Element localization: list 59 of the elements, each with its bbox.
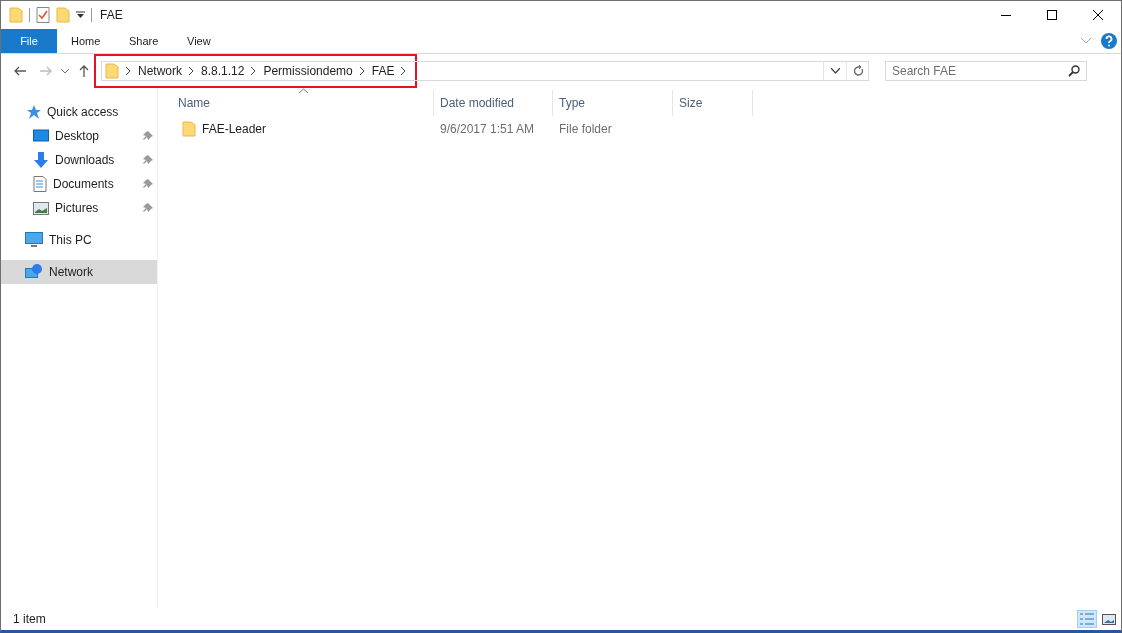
back-arrow-icon — [14, 66, 26, 76]
folder-icon — [9, 7, 23, 23]
picture-icon — [1102, 613, 1116, 625]
document-icon — [33, 176, 47, 192]
chevron-icon[interactable] — [359, 67, 365, 75]
item-count: 1 item — [13, 612, 46, 626]
ribbon-tab[interactable]: Share — [115, 29, 173, 53]
desktop-icon — [33, 129, 49, 143]
address-bar[interactable] — [101, 61, 869, 81]
nav-item[interactable]: Documents — [1, 172, 157, 196]
breadcrumb[interactable]: Permissiondemo — [263, 64, 353, 78]
search-field[interactable]: Search FAE — [885, 61, 1087, 81]
search-icon — [1068, 65, 1080, 77]
nav-item[interactable]: Desktop — [1, 124, 157, 148]
nav-item[interactable]: This PC — [1, 228, 157, 252]
ribbon-tab[interactable]: Home — [57, 29, 115, 53]
column-header[interactable]: Size — [673, 90, 753, 116]
breadcrumb[interactable]: Network — [138, 64, 182, 78]
sort-caret-icon — [298, 88, 308, 93]
chevron-icon[interactable] — [401, 67, 407, 75]
breadcrumb[interactable]: 8.8.1.12 — [201, 64, 245, 78]
column-header[interactable]: Type — [553, 90, 673, 116]
file-tab[interactable]: File — [1, 29, 57, 53]
minimize-icon — [1001, 14, 1011, 16]
nav-item[interactable]: Network — [1, 260, 157, 284]
up-arrow-icon — [79, 65, 89, 77]
new-folder-icon — [56, 7, 70, 23]
window-title: FAE — [100, 8, 123, 22]
monitor-icon — [25, 232, 43, 248]
file-row[interactable]: FAE-Leader 9/6/2017 1:51 AM File folder — [172, 118, 1121, 140]
chevron-icon[interactable] — [189, 67, 194, 75]
nav-item[interactable]: Downloads — [1, 148, 157, 172]
caret-icon — [830, 68, 840, 74]
breadcrumb[interactable]: FAE — [371, 64, 395, 78]
star-icon — [25, 104, 41, 120]
recent-locations-icon[interactable] — [61, 68, 69, 74]
date-modified: 9/6/2017 1:51 AM — [440, 122, 535, 136]
folder-icon — [182, 121, 196, 137]
ribbon-tab[interactable]: View — [173, 29, 231, 53]
maximize-icon — [1047, 10, 1057, 20]
details-view-icon — [1080, 613, 1094, 625]
folder-icon — [105, 63, 119, 79]
help-icon[interactable] — [1101, 33, 1117, 49]
file-type: File folder — [559, 122, 612, 136]
refresh-icon — [852, 65, 864, 77]
down-arrow-icon — [33, 152, 49, 168]
column-header[interactable]: Name — [172, 90, 434, 116]
network-icon — [25, 264, 43, 280]
nav-item[interactable]: Quick access — [1, 100, 157, 124]
dropdown-icon[interactable] — [76, 11, 85, 19]
file-name: FAE-Leader — [202, 122, 267, 136]
properties-icon[interactable] — [36, 7, 50, 23]
nav-item[interactable]: Pictures — [1, 196, 157, 220]
column-header[interactable]: Date modified — [434, 90, 553, 116]
chevron-icon[interactable] — [251, 67, 257, 75]
picture-icon — [33, 201, 49, 215]
forward-arrow-icon — [40, 66, 52, 76]
chevron-icon[interactable] — [126, 67, 131, 75]
close-icon — [1093, 10, 1103, 20]
